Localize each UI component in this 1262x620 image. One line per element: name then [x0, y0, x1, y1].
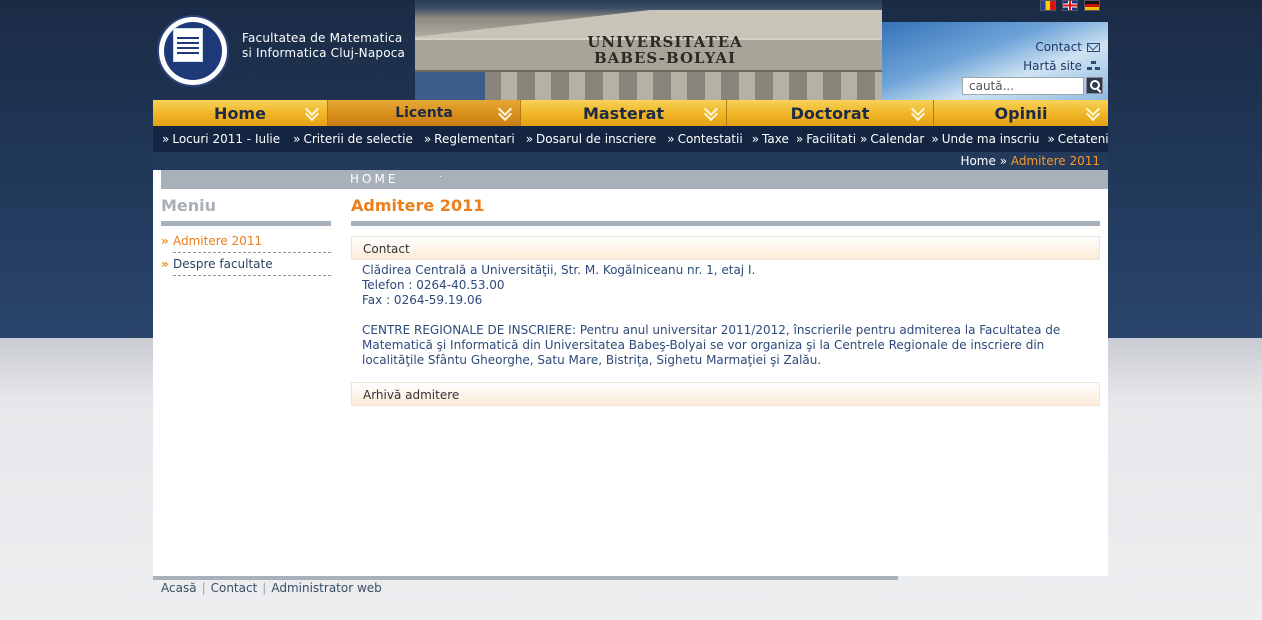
chevron-down-icon [305, 106, 319, 120]
sub-navigation: » Locuri 2011 - Iulie » Criterii de select… [153, 126, 1108, 152]
sitemap-link[interactable]: Hartă site [1023, 59, 1100, 73]
nav-item-masterat[interactable]: Masterat [521, 100, 727, 126]
german-flag-icon[interactable] [1084, 0, 1100, 11]
building-inscription: UNIVERSITATEA BABES-BOLYAI [587, 33, 743, 67]
header-utility-panel: Contact Hartă site caută... [882, 22, 1108, 100]
subnav-item-contestatii[interactable]: » Contestatii [667, 132, 742, 146]
sidebar-title: Meniu [161, 196, 217, 215]
university-logo[interactable] [157, 15, 229, 87]
page-title: Admitere 2011 [351, 196, 485, 215]
subnav-item-reglementari[interactable]: » Reglementari [424, 132, 515, 146]
search-button[interactable] [1086, 77, 1103, 94]
faculty-name: Facultatea de Matematica si Informatica … [242, 31, 405, 61]
subnav-item-calendar[interactable]: » Calendar [860, 132, 924, 146]
breadcrumb-home[interactable]: Home [960, 154, 995, 168]
sidebar-divider [161, 221, 331, 226]
subnav-item-criterii[interactable]: » Criterii de selectie [293, 132, 413, 146]
home-bar: HOME · [161, 170, 1108, 189]
sidebar-item-admitere-2011[interactable]: Admitere 2011 [161, 230, 331, 253]
faculty-name-line1: Facultatea de Matematica [242, 31, 403, 45]
phone-text: Telefon : 0264-40.53.00 [362, 278, 505, 292]
footer-links: Acasă | Contact | Administrator web [161, 581, 382, 595]
fax-text: Fax : 0264-59.19.06 [362, 293, 483, 307]
nav-item-home[interactable]: Home [153, 100, 328, 126]
sitemap-icon [1087, 61, 1100, 71]
footer-link-administrator[interactable]: Administrator web [271, 581, 381, 595]
main-content: Admitere 2011 Contact Clădirea Centrală … [351, 195, 1100, 406]
home-bar-label: HOME [350, 172, 399, 186]
title-divider [351, 221, 1100, 226]
nav-item-opinii[interactable]: Opinii [934, 100, 1108, 126]
sidebar-menu: Meniu Admitere 2011 Despre facultate [161, 195, 331, 276]
subnav-item-dosarul[interactable]: » Dosarul de inscriere [526, 132, 657, 146]
footer-link-acasa[interactable]: Acasă [161, 581, 197, 595]
subnav-item-locuri[interactable]: » Locuri 2011 - Iulie [162, 132, 280, 146]
mail-icon [1087, 42, 1100, 52]
sidebar-item-despre-facultate[interactable]: Despre facultate [161, 253, 331, 276]
chevron-down-icon [704, 106, 718, 120]
content-area: HOME · Meniu Admitere 2011 Despre facult… [153, 170, 1108, 576]
breadcrumb-current: Admitere 2011 [1010, 154, 1100, 168]
book-icon [173, 28, 203, 62]
subnav-item-unde[interactable]: » Unde ma inscriu [931, 132, 1039, 146]
contact-panel-heading[interactable]: Contact [351, 236, 1100, 260]
nav-item-doctorat[interactable]: Doctorat [727, 100, 934, 126]
footer-divider [153, 576, 898, 580]
chevron-down-icon [498, 106, 512, 120]
contact-link[interactable]: Contact [1035, 40, 1100, 54]
language-switcher [1040, 0, 1100, 11]
subnav-item-cetateni[interactable]: »Cetateni straini [1047, 132, 1108, 146]
chevron-down-icon [1086, 106, 1100, 120]
contact-panel-body: Clădirea Centrală a Universităţii, Str. … [351, 260, 1100, 382]
subnav-item-taxe[interactable]: » Taxe [752, 132, 789, 146]
romanian-flag-icon[interactable] [1040, 0, 1056, 11]
regional-centers-text: CENTRE REGIONALE DE INSCRIERE: Pentru an… [362, 323, 1061, 367]
address-text: Clădirea Centrală a Universităţii, Str. … [362, 263, 756, 277]
main-navigation: Home Licenta Masterat Doctorat Opinii [153, 100, 1108, 126]
archive-panel-heading[interactable]: Arhivă admitere [351, 382, 1100, 406]
header-building-image: UNIVERSITATEA BABES-BOLYAI [415, 0, 882, 100]
breadcrumb-bar: Home » Admitere 2011 [153, 152, 1108, 170]
faculty-name-line2: si Informatica Cluj-Napoca [242, 46, 406, 60]
breadcrumb: Home » Admitere 2011 [960, 154, 1100, 168]
chevron-down-icon [911, 106, 925, 120]
english-flag-icon[interactable] [1062, 0, 1078, 11]
subnav-item-facilitati[interactable]: » Facilitati [796, 132, 856, 146]
nav-item-licenta[interactable]: Licenta [328, 100, 521, 126]
search-input[interactable]: caută... [962, 77, 1084, 95]
footer-link-contact[interactable]: Contact [211, 581, 258, 595]
